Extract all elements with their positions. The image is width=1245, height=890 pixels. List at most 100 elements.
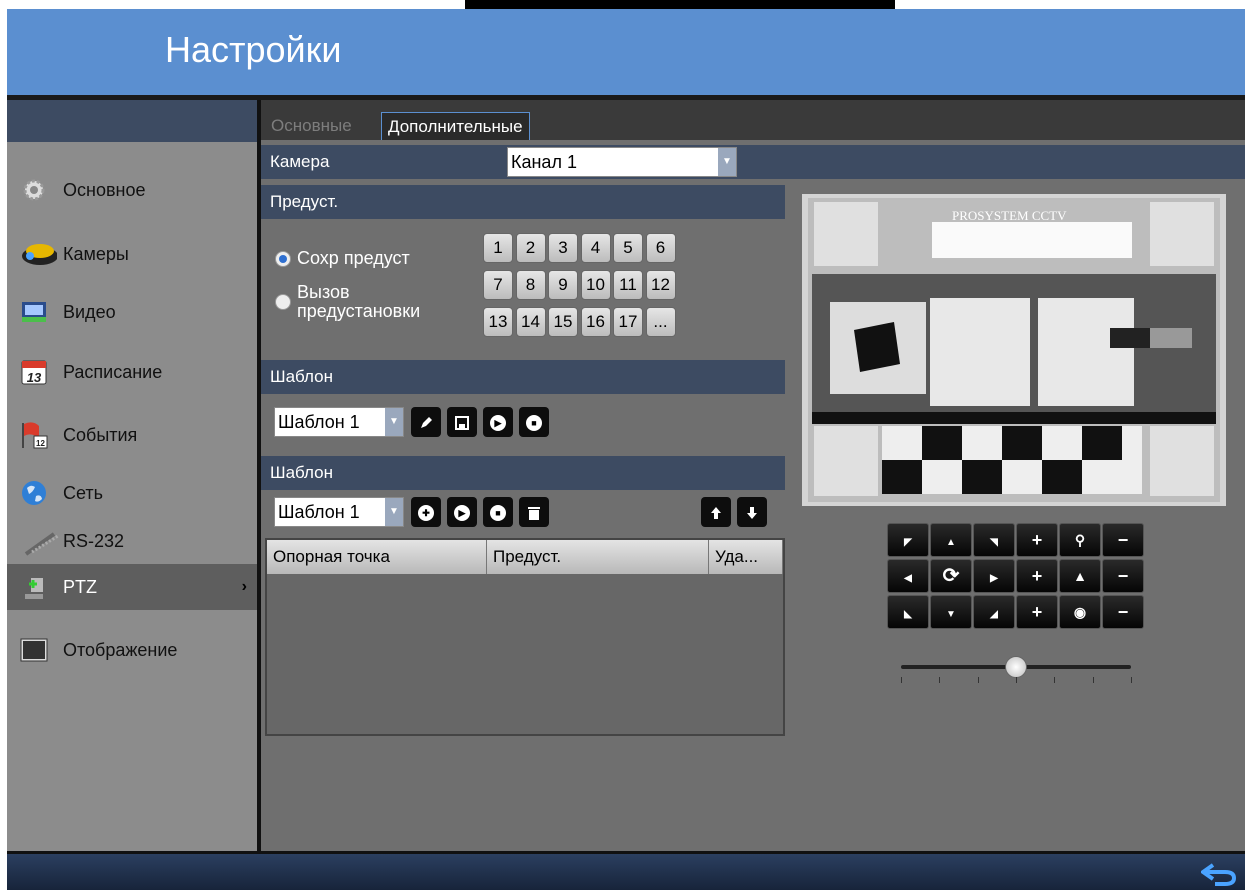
back-icon[interactable]: [1201, 862, 1237, 886]
footer-bar: [7, 851, 1245, 890]
tab-basic[interactable]: Основные: [265, 112, 358, 140]
focus-far-button[interactable]: −: [1102, 559, 1144, 593]
focus-near-button[interactable]: +: [1016, 559, 1058, 593]
ptz-down-left-button[interactable]: ◣: [887, 595, 929, 629]
pattern-section-title: Шаблон: [270, 367, 333, 386]
monitor-icon: [20, 638, 48, 662]
column-delete[interactable]: Уда...: [709, 540, 783, 574]
preset-button[interactable]: 13: [483, 307, 513, 337]
sidebar-item-general[interactable]: Основное: [7, 167, 257, 213]
patrol-select[interactable]: Шаблон 1 ▼: [274, 497, 404, 527]
ptz-auto-button[interactable]: ⟳: [930, 559, 972, 593]
sidebar: Основное Камеры Видео 13 Расписание 12 С…: [7, 100, 257, 851]
zoom-icon: ⚲: [1074, 532, 1086, 548]
zoom-in-button[interactable]: +: [1016, 523, 1058, 557]
sidebar-item-rs232[interactable]: RS-232: [7, 518, 257, 564]
iris-open-button[interactable]: +: [1016, 595, 1058, 629]
chevron-down-icon[interactable]: ▼: [718, 148, 736, 176]
focus-icon: ▲: [1073, 568, 1087, 584]
sidebar-item-video[interactable]: Видео: [7, 289, 257, 335]
save-preset-option[interactable]: Сохр предуст: [275, 248, 410, 269]
sidebar-item-label: Сеть: [63, 482, 104, 503]
preset-button[interactable]: 15: [548, 307, 578, 337]
keypoint-table: Опорная точка Предуст. Уда...: [265, 538, 785, 736]
sidebar-item-display[interactable]: Отображение: [7, 627, 257, 673]
preset-button[interactable]: 3: [548, 233, 578, 263]
trash-icon: [528, 507, 540, 521]
calendar-icon-number: 13: [27, 370, 42, 385]
iris-close-button[interactable]: −: [1102, 595, 1144, 629]
slider-tick: [1054, 677, 1056, 683]
chevron-down-icon[interactable]: ▼: [385, 408, 403, 436]
save-preset-radio[interactable]: [275, 250, 291, 267]
plus-icon: +: [1031, 602, 1043, 622]
preset-button[interactable]: 4: [580, 233, 611, 263]
preset-button[interactable]: 17: [613, 307, 643, 337]
plus-icon: ✚: [418, 505, 434, 522]
pencil-icon: [421, 417, 432, 429]
preset-button[interactable]: 9: [548, 270, 578, 300]
preset-button[interactable]: 8: [515, 270, 546, 300]
sidebar-item-label: Основное: [63, 179, 146, 200]
sidebar-item-ptz[interactable]: PTZ ›: [7, 564, 257, 610]
column-preset[interactable]: Предуст.: [487, 540, 709, 574]
ptz-down-right-button[interactable]: ◢: [973, 595, 1015, 629]
sidebar-item-network[interactable]: Сеть: [7, 470, 257, 516]
ptz-down-button[interactable]: ▼: [930, 595, 972, 629]
preset-button[interactable]: 14: [515, 307, 546, 337]
preset-button[interactable]: ...: [645, 307, 676, 337]
camera-select[interactable]: Канал 1 ▼: [507, 147, 737, 177]
play-icon: ▶: [490, 415, 506, 432]
preset-button[interactable]: 6: [645, 233, 676, 263]
sidebar-item-cameras[interactable]: Камеры: [7, 231, 257, 277]
preset-button[interactable]: 12: [645, 270, 676, 300]
sidebar-item-label: Камеры: [63, 243, 129, 264]
preset-button[interactable]: 2: [515, 233, 546, 263]
pattern-select[interactable]: Шаблон 1 ▼: [274, 407, 404, 437]
pan-down-icon: ▼: [946, 609, 956, 620]
call-preset-radio[interactable]: [275, 294, 291, 310]
preset-button[interactable]: 10: [580, 270, 611, 300]
pan-up-left-icon: ◤: [904, 537, 912, 548]
ptz-up-button[interactable]: ▲: [930, 523, 972, 557]
zoom-out-button[interactable]: −: [1102, 523, 1144, 557]
speed-slider-thumb[interactable]: [1005, 656, 1027, 678]
preset-button[interactable]: 1: [483, 233, 513, 263]
sidebar-item-events[interactable]: 12 События: [7, 412, 257, 458]
ptz-right-button[interactable]: ▶: [973, 559, 1015, 593]
minus-icon: −: [1117, 602, 1129, 622]
sidebar-item-schedule[interactable]: 13 Расписание: [7, 349, 257, 395]
gear-icon: [23, 179, 45, 201]
preset-button[interactable]: 11: [613, 270, 643, 300]
call-preset-option[interactable]: Вызов предустановки: [275, 283, 420, 321]
minus-icon: −: [1117, 566, 1129, 586]
iris-label: ◉: [1059, 595, 1101, 629]
edit-pattern-button[interactable]: [411, 407, 441, 437]
move-down-button[interactable]: [737, 497, 767, 527]
camera-icon: [22, 244, 57, 265]
column-keypoint[interactable]: Опорная точка: [267, 540, 487, 574]
preset-button[interactable]: 5: [613, 233, 643, 263]
play-pattern-button[interactable]: ▶: [483, 407, 513, 437]
slider-tick: [901, 677, 902, 683]
ptz-icon: [25, 578, 43, 599]
add-keypoint-button[interactable]: ✚: [411, 497, 441, 527]
tab-advanced[interactable]: Дополнительные: [381, 112, 530, 140]
preset-button[interactable]: 16: [580, 307, 611, 337]
stop-patrol-button[interactable]: ■: [483, 497, 513, 527]
ptz-up-left-button[interactable]: ◤: [887, 523, 929, 557]
stop-pattern-button[interactable]: ■: [519, 407, 549, 437]
ptz-up-right-button[interactable]: ◥: [973, 523, 1015, 557]
play-patrol-button[interactable]: ▶: [447, 497, 477, 527]
move-up-button[interactable]: [701, 497, 731, 527]
top-black-bar: [465, 0, 895, 9]
save-pattern-button[interactable]: [447, 407, 477, 437]
sidebar-item-label: PTZ: [63, 576, 97, 597]
sidebar-header: [7, 100, 257, 142]
slider-tick: [1092, 677, 1094, 683]
delete-patrol-button[interactable]: [519, 497, 549, 527]
preset-button[interactable]: 7: [483, 270, 513, 300]
sidebar-item-label: RS-232: [63, 530, 125, 551]
ptz-left-button[interactable]: ◀: [887, 559, 929, 593]
chevron-down-icon[interactable]: ▼: [385, 498, 403, 526]
